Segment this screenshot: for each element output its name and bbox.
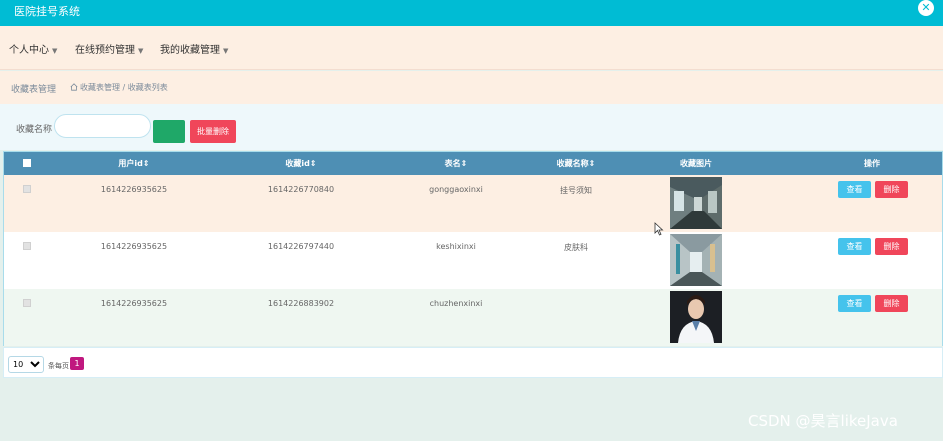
nav-item-label: 我的收藏管理: [160, 45, 220, 56]
view-button[interactable]: 查看: [838, 295, 871, 312]
table-row: 1614226935625 1614226770840 gonggaoxinxi…: [4, 175, 942, 232]
page-size-label: 条每页: [48, 362, 69, 370]
top-bar: 医院挂号系统 ✕: [0, 0, 943, 26]
user-id-cell: 1614226935625: [100, 185, 168, 194]
fav-id-cell: 1614226797440: [267, 242, 335, 251]
fav-id-cell: 1614226770840: [267, 185, 335, 194]
nav-item-appointment[interactable]: 在线预约管理 ▼: [75, 41, 143, 56]
doctor-portrait-photo: [670, 291, 722, 343]
chevron-down-icon: ▼: [223, 47, 229, 55]
col-header-label: 表名: [444, 159, 461, 168]
col-header-label: 收藏id: [285, 159, 310, 168]
sort-icon: ⇕: [309, 159, 317, 168]
hospital-hallway-photo: [670, 234, 722, 286]
nav-item-label: 在线预约管理: [75, 45, 135, 56]
breadcrumb-bar: 收藏表管理 收藏表管理 / 收藏表列表: [0, 71, 943, 104]
nav-bar: 个人中心 ▼ 在线预约管理 ▼ 我的收藏管理 ▼: [0, 26, 943, 70]
fav-id-cell: 1614226883902: [267, 299, 335, 308]
fav-name-cell: 皮肤科: [564, 243, 588, 252]
table-header: 用户id⇕ 收藏id⇕ 表名⇕ 收藏名称⇕ 收藏图片 操作: [4, 152, 942, 175]
sort-icon: ⇕: [460, 159, 468, 168]
search-bar: 收藏名称 批量删除: [0, 104, 943, 150]
row-checkbox[interactable]: [23, 185, 31, 193]
breadcrumb: 收藏表管理 / 收藏表列表: [70, 82, 168, 93]
search-input[interactable]: [54, 114, 151, 138]
watermark: CSDN @昊言likeJava: [748, 412, 898, 430]
chevron-down-icon: ▼: [138, 47, 144, 55]
page-title: 收藏表管理: [11, 85, 57, 95]
col-header-label: 操作: [864, 159, 880, 168]
breadcrumb-path: 收藏表管理 / 收藏表列表: [80, 83, 168, 92]
pagination: 10 条每页 1: [3, 347, 943, 378]
row-checkbox[interactable]: [23, 299, 31, 307]
delete-button[interactable]: 删除: [875, 238, 908, 255]
table-row: 1614226935625 1614226883902 chuzhenxinxi…: [4, 289, 942, 346]
delete-button[interactable]: 删除: [875, 181, 908, 198]
table-name-cell: chuzhenxinxi: [429, 299, 483, 308]
view-button[interactable]: 查看: [838, 181, 871, 198]
favorites-table: 用户id⇕ 收藏id⇕ 表名⇕ 收藏名称⇕ 收藏图片 操作 1614226935…: [3, 151, 943, 346]
user-id-cell: 1614226935625: [100, 299, 168, 308]
table-name-cell: gonggaoxinxi: [429, 185, 483, 194]
bulk-delete-button[interactable]: 批量删除: [190, 120, 236, 143]
hospital-corridor-photo: [670, 177, 722, 229]
nav-item-label: 个人中心: [9, 45, 49, 56]
page-number-button[interactable]: 1: [70, 357, 84, 370]
chevron-down-icon: ▼: [52, 47, 58, 55]
fav-name-cell: 挂号须知: [560, 186, 592, 195]
col-header-label: 用户id: [118, 159, 143, 168]
nav-item-favorites[interactable]: 我的收藏管理 ▼: [160, 41, 228, 56]
page-size-select[interactable]: 10: [8, 356, 44, 373]
sort-icon: ⇕: [142, 159, 150, 168]
delete-button[interactable]: 删除: [875, 295, 908, 312]
col-header-label: 收藏图片: [680, 159, 712, 168]
search-button[interactable]: [153, 120, 185, 143]
user-id-cell: 1614226935625: [100, 242, 168, 251]
mouse-cursor-icon: [654, 222, 664, 236]
fullscreen-icon[interactable]: ✕: [918, 0, 934, 16]
view-button[interactable]: 查看: [838, 238, 871, 255]
table-row: 1614226935625 1614226797440 keshixinxi 皮…: [4, 232, 942, 289]
row-checkbox[interactable]: [23, 242, 31, 250]
col-header-label: 收藏名称: [556, 159, 589, 168]
home-icon[interactable]: [70, 83, 78, 91]
select-all-checkbox[interactable]: [23, 159, 31, 167]
search-label: 收藏名称: [16, 125, 53, 135]
sort-icon: ⇕: [588, 159, 596, 168]
app-title: 医院挂号系统: [14, 5, 80, 18]
table-name-cell: keshixinxi: [436, 242, 476, 251]
nav-item-personal-center[interactable]: 个人中心 ▼: [9, 41, 57, 56]
